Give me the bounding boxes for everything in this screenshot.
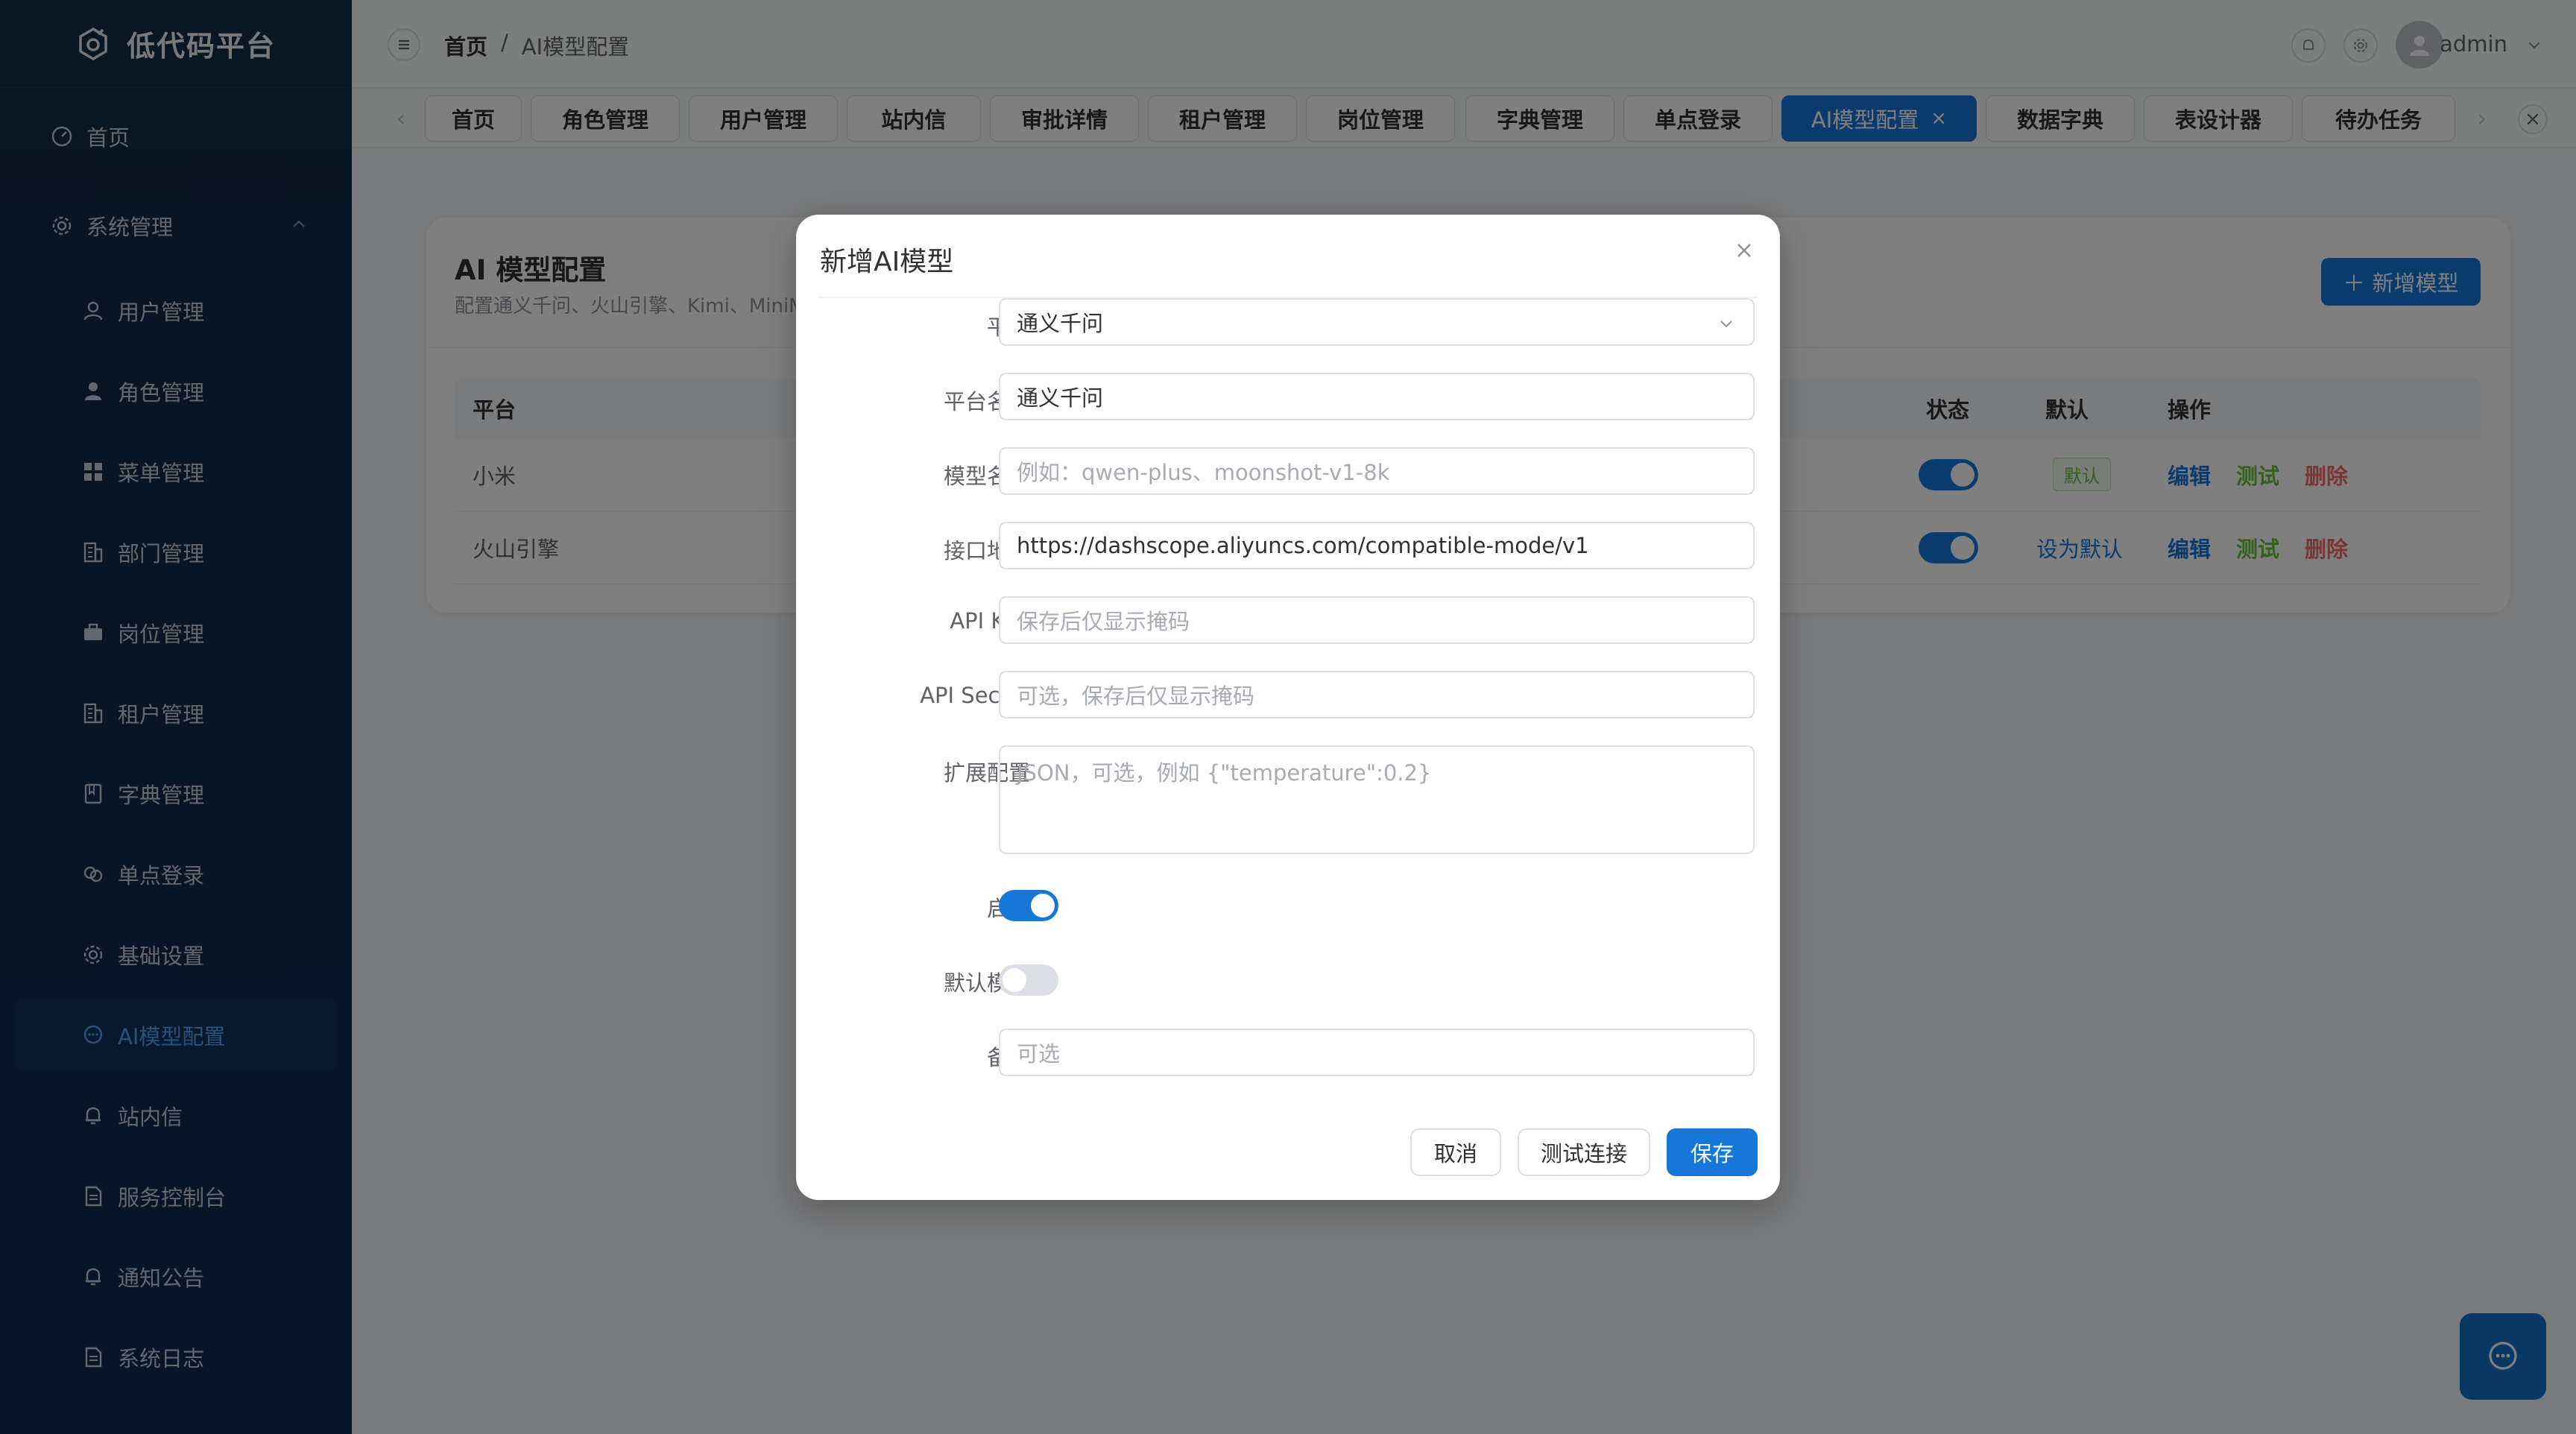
- endpoint-value: https://dashscope.aliyuncs.com/compatibl…: [1017, 533, 1589, 558]
- cancel-button[interactable]: 取消: [1410, 1128, 1501, 1176]
- api-secret-input[interactable]: 可选，保存后仅显示掩码: [999, 671, 1755, 718]
- add-ai-model-dialog: 新增AI模型 平台 通义千问 平台名称 通义千问 模型名称 例如：qwen-pl…: [796, 215, 1780, 1200]
- endpoint-input[interactable]: https://dashscope.aliyuncs.com/compatibl…: [999, 522, 1755, 569]
- model-name-input[interactable]: 例如：qwen-plus、moonshot-v1-8k: [999, 447, 1755, 495]
- api-secret-placeholder: 可选，保存后仅显示掩码: [1017, 683, 1255, 709]
- api-key-placeholder: 保存后仅显示掩码: [1017, 609, 1190, 634]
- remark-placeholder: 可选: [1017, 1041, 1061, 1067]
- enabled-switch[interactable]: [999, 890, 1058, 921]
- api-key-input[interactable]: 保存后仅显示掩码: [999, 596, 1755, 644]
- platform-name-value: 通义千问: [1017, 385, 1104, 411]
- chevron-down-icon: [1720, 320, 1732, 328]
- save-button[interactable]: 保存: [1667, 1128, 1758, 1176]
- extra-config-textarea[interactable]: JSON，可选，例如 {"temperature":0.2}: [999, 745, 1755, 854]
- platform-select-value: 通义千问: [1017, 311, 1104, 336]
- dialog-title: 新增AI模型: [820, 247, 954, 277]
- platform-select[interactable]: 通义千问: [999, 298, 1755, 346]
- close-icon[interactable]: [1731, 237, 1758, 264]
- remark-input[interactable]: 可选: [999, 1029, 1755, 1076]
- model-name-placeholder: 例如：qwen-plus、moonshot-v1-8k: [1017, 460, 1390, 485]
- platform-name-input[interactable]: 通义千问: [999, 373, 1755, 420]
- test-connection-button[interactable]: 测试连接: [1518, 1128, 1650, 1176]
- extra-config-placeholder: JSON，可选，例如 {"temperature":0.2}: [1017, 760, 1432, 786]
- default-model-switch[interactable]: [999, 964, 1058, 996]
